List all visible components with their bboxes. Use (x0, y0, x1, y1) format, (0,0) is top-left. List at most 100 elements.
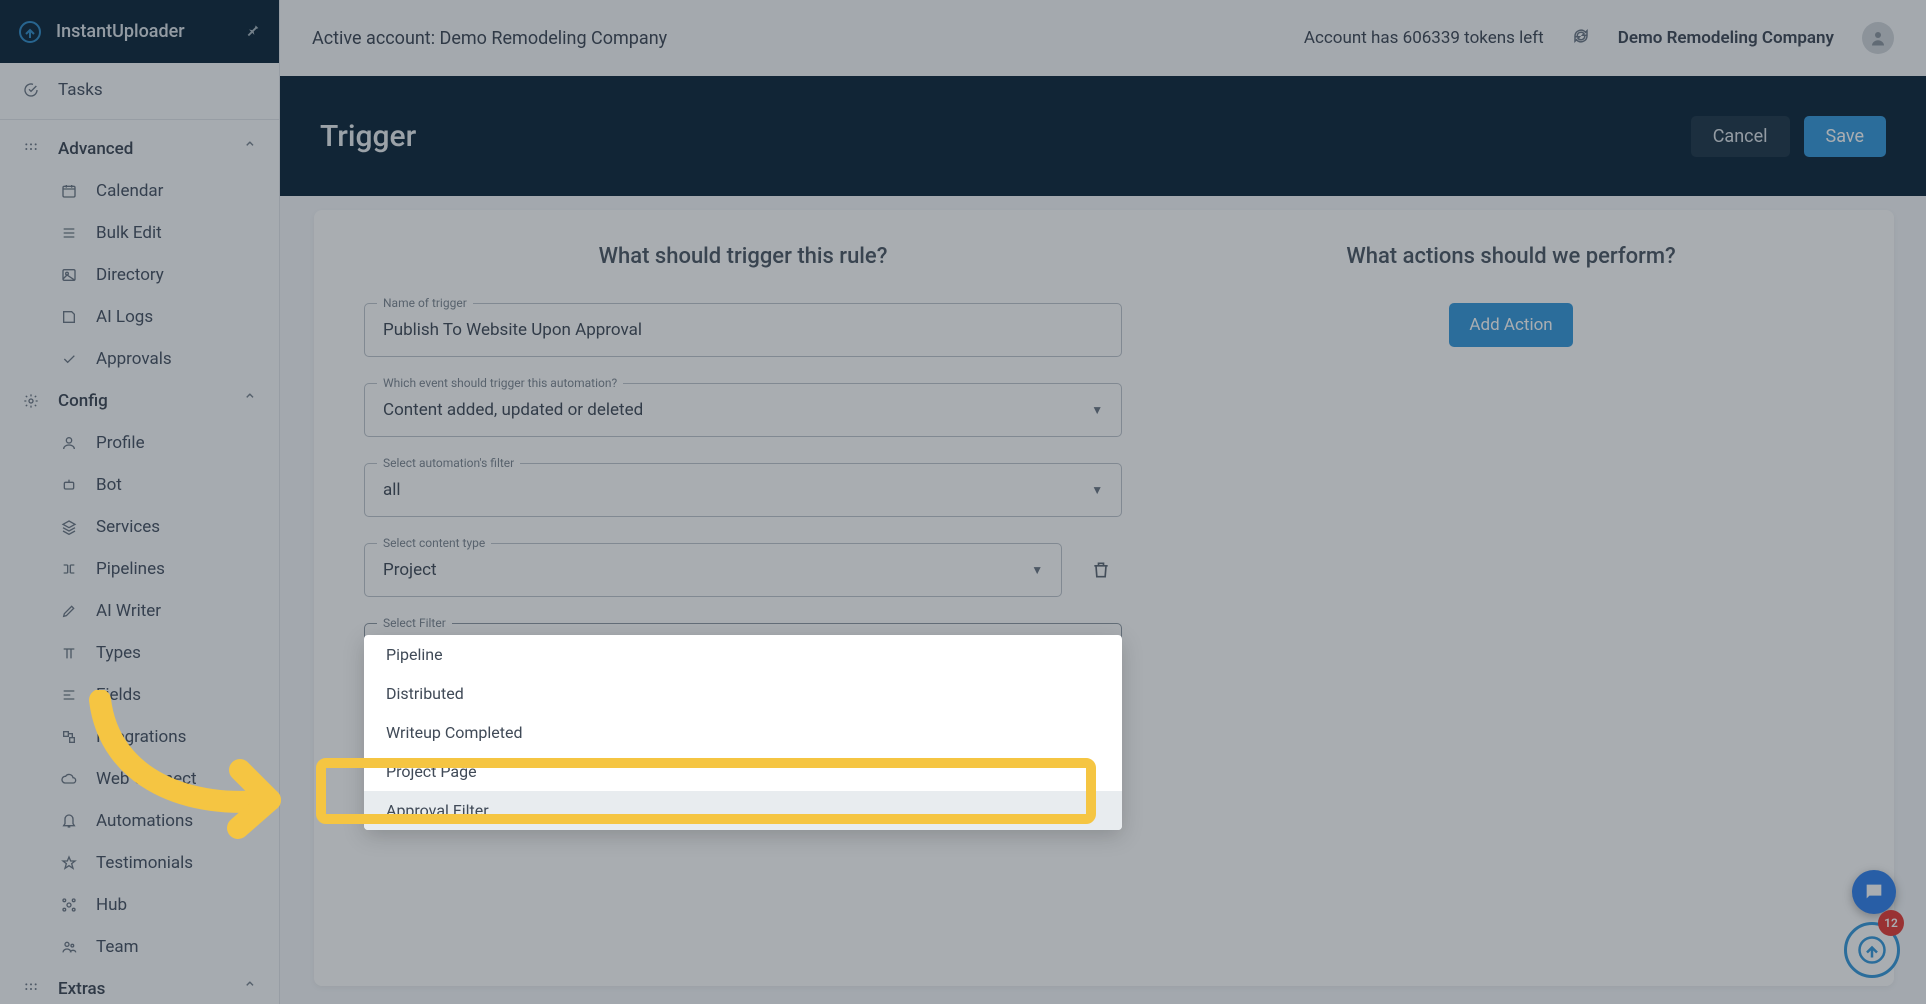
active-account-label: Active account: Demo Remodeling Company (312, 28, 667, 49)
nav: Tasks Advanced ⌃ Calendar Bulk Edit Dire… (0, 63, 279, 1004)
sidebar-item-pipelines[interactable]: Pipelines (0, 548, 279, 590)
filter-option-pipeline[interactable]: Pipeline (364, 635, 1122, 674)
automation-filter-select[interactable]: Select automation's filter all ▼ (364, 463, 1122, 517)
sidebar-item-hub[interactable]: Hub (0, 884, 279, 926)
field-value: Project (383, 560, 1031, 580)
sidebar-item-bulkedit[interactable]: Bulk Edit (0, 212, 279, 254)
sidebar-section-label: Advanced (58, 139, 133, 159)
pin-icon[interactable] (245, 21, 261, 42)
tasks-icon (22, 81, 40, 99)
content-type-select[interactable]: Select content type Project ▼ (364, 543, 1062, 597)
sidebar-item-label: Types (96, 643, 141, 663)
filter-option-approval[interactable]: Approval Filter (364, 791, 1122, 830)
sidebar-item-label: Calendar (96, 181, 163, 201)
app-logo-icon (18, 20, 42, 44)
team-icon (60, 938, 78, 956)
chevron-up-icon: ⌃ (243, 391, 257, 411)
sidebar-item-label: Automations (96, 811, 193, 831)
topbar: Active account: Demo Remodeling Company … (280, 0, 1926, 76)
company-name[interactable]: Demo Remodeling Company (1618, 28, 1834, 48)
sidebar-item-calendar[interactable]: Calendar (0, 170, 279, 212)
check-icon (60, 350, 78, 368)
sidebar-item-testimonials[interactable]: Testimonials (0, 842, 279, 884)
trigger-name-field[interactable]: Name of trigger Publish To Website Upon … (364, 303, 1122, 357)
sidebar-item-label: Profile (96, 433, 145, 453)
sidebar-item-services[interactable]: Services (0, 506, 279, 548)
log-icon (60, 308, 78, 326)
sidebar-item-ailogs[interactable]: AI Logs (0, 296, 279, 338)
sidebar-item-label: Web Connect (96, 769, 197, 789)
sidebar-item-label: Bot (96, 475, 122, 495)
avatar[interactable] (1862, 22, 1894, 54)
image-icon (60, 266, 78, 284)
sidebar-section-config[interactable]: Config ⌃ (0, 380, 279, 422)
sidebar-item-label: Tasks (58, 80, 103, 100)
chevron-down-icon: ▼ (1091, 483, 1103, 497)
sidebar-item-label: Approvals (96, 349, 172, 369)
chevron-down-icon: ▼ (1031, 563, 1043, 577)
bell-icon (60, 812, 78, 830)
sidebar-item-label: Hub (96, 895, 127, 915)
sidebar-item-label: Pipelines (96, 559, 165, 579)
select-filter-dropdown: Pipeline Distributed Writeup Completed P… (364, 635, 1122, 830)
chevron-up-icon: ⌃ (243, 139, 257, 159)
field-label: Which event should trigger this automati… (377, 376, 623, 390)
filter-option-writeup[interactable]: Writeup Completed (364, 713, 1122, 752)
cloud-icon (60, 770, 78, 788)
sidebar-item-types[interactable]: Types (0, 632, 279, 674)
chat-button[interactable] (1852, 870, 1896, 914)
actions-column: What actions should we perform? Add Acti… (1150, 244, 1872, 964)
sidebar-item-label: Testimonials (96, 853, 193, 873)
sidebar: InstantUploader Tasks Advanced ⌃ Calenda… (0, 0, 280, 1004)
sidebar-section-label: Config (58, 391, 108, 411)
fields-icon (60, 686, 78, 704)
field-label: Select content type (377, 536, 491, 550)
sidebar-item-fields[interactable]: Fields (0, 674, 279, 716)
sidebar-section-label: Extras (58, 979, 105, 999)
sidebar-section-advanced[interactable]: Advanced ⌃ (0, 128, 279, 170)
hub-icon (60, 896, 78, 914)
sidebar-section-extras[interactable]: Extras ⌃ (0, 968, 279, 1004)
actions-question: What actions should we perform? (1346, 244, 1675, 269)
sidebar-item-directory[interactable]: Directory (0, 254, 279, 296)
sidebar-item-integrations[interactable]: Integrations (0, 716, 279, 758)
plug-icon (60, 728, 78, 746)
field-label: Select Filter (377, 616, 452, 630)
sidebar-item-label: Integrations (96, 727, 186, 747)
sidebar-item-label: AI Logs (96, 307, 153, 327)
app-logo-bar: InstantUploader (0, 0, 279, 63)
sidebar-item-automations[interactable]: Automations (0, 800, 279, 842)
trigger-question: What should trigger this rule? (364, 244, 1122, 269)
add-action-button[interactable]: Add Action (1449, 303, 1572, 347)
trigger-card: What should trigger this rule? Name of t… (314, 210, 1894, 986)
refresh-icon[interactable] (1572, 27, 1590, 49)
cancel-button[interactable]: Cancel (1691, 116, 1790, 157)
select-filter-wrap: Select Filter ▼ Pipeline Distributed Wri… (364, 623, 1122, 677)
delete-content-type-button[interactable] (1080, 549, 1122, 591)
page-header: Trigger Cancel Save (280, 76, 1926, 196)
sidebar-item-label: Fields (96, 685, 141, 705)
sidebar-item-label: Directory (96, 265, 164, 285)
grid-icon (22, 980, 40, 998)
list-icon (60, 224, 78, 242)
pipeline-icon (60, 560, 78, 578)
field-label: Select automation's filter (377, 456, 520, 470)
field-value: Content added, updated or deleted (383, 400, 1091, 420)
sidebar-item-aiwriter[interactable]: AI Writer (0, 590, 279, 632)
chevron-up-icon: ⌃ (243, 979, 257, 999)
trigger-event-select[interactable]: Which event should trigger this automati… (364, 383, 1122, 437)
filter-option-projectpage[interactable]: Project Page (364, 752, 1122, 791)
sidebar-item-team[interactable]: Team (0, 926, 279, 968)
sidebar-item-webconnect[interactable]: Web Connect (0, 758, 279, 800)
user-icon (60, 434, 78, 452)
filter-option-distributed[interactable]: Distributed (364, 674, 1122, 713)
sidebar-item-approvals[interactable]: Approvals (0, 338, 279, 380)
sidebar-item-bot[interactable]: Bot (0, 464, 279, 506)
bot-icon (60, 476, 78, 494)
app-name: InstantUploader (56, 21, 185, 42)
sidebar-item-tasks[interactable]: Tasks (0, 69, 279, 111)
notification-badge: 12 (1878, 910, 1904, 936)
sidebar-item-label: Team (96, 937, 139, 957)
sidebar-item-profile[interactable]: Profile (0, 422, 279, 464)
save-button[interactable]: Save (1804, 116, 1887, 157)
